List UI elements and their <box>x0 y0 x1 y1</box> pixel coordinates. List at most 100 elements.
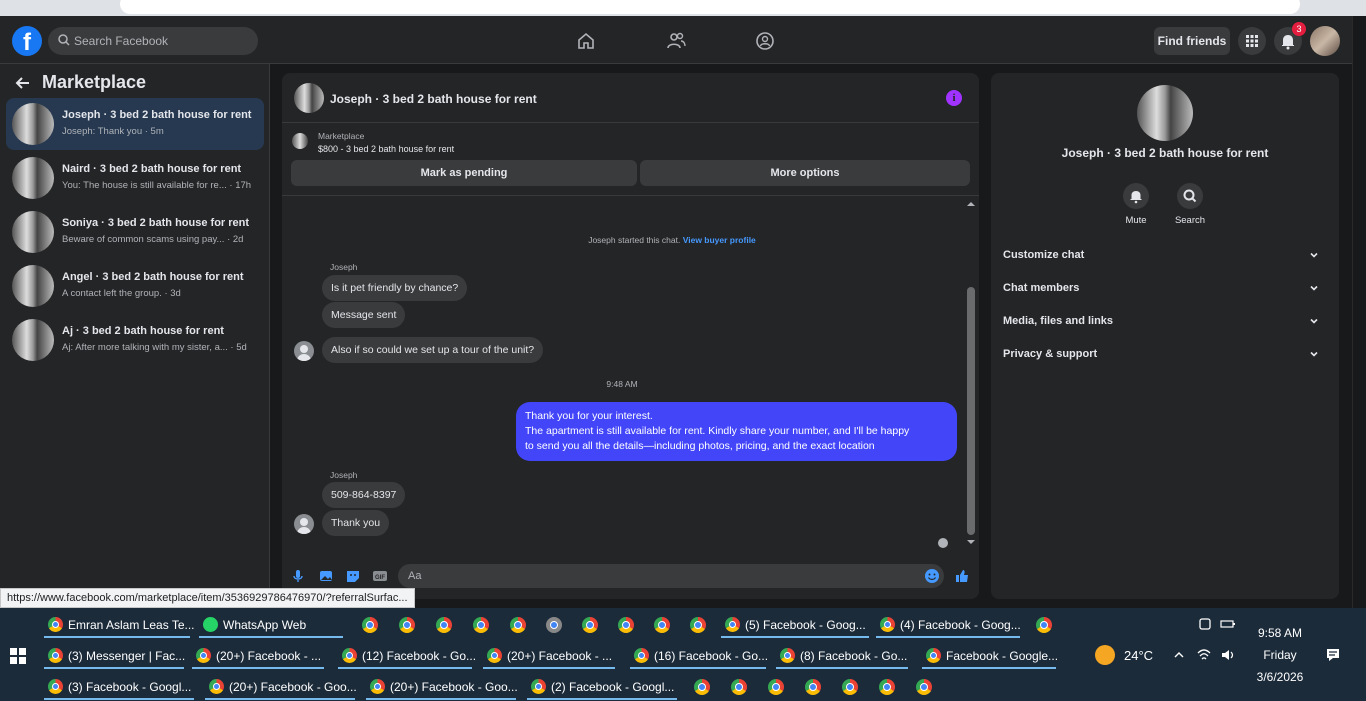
chat-scrollbar[interactable] <box>965 199 977 549</box>
taskbar-window[interactable]: WhatsApp Web <box>199 610 343 638</box>
chrome-icon[interactable] <box>1036 617 1052 633</box>
meet-now-icon[interactable] <box>1198 617 1212 631</box>
taskbar-window[interactable]: (16) Facebook - Go... <box>630 641 769 669</box>
mark-as-pending-button[interactable]: Mark as pending <box>291 160 637 186</box>
incoming-message[interactable]: 509-864-8397 <box>322 482 406 508</box>
conversation-item[interactable]: Joseph · 3 bed 2 bath house for rent Jos… <box>6 98 264 150</box>
clock-date[interactable]: 3/6/2026 <box>1246 670 1314 684</box>
chrome-icon[interactable] <box>473 617 489 633</box>
profile-avatar[interactable] <box>1310 26 1340 56</box>
wifi-icon[interactable] <box>1196 648 1212 662</box>
taskbar-window[interactable]: (12) Facebook - Go... <box>338 641 476 669</box>
friends-icon[interactable] <box>665 30 687 52</box>
facebook-header: f Find friends 3 <box>0 16 1352 64</box>
conversation-item[interactable]: Naird · 3 bed 2 bath house for rent You:… <box>6 152 264 204</box>
chat-members-section[interactable]: Chat members <box>1003 277 1327 301</box>
scroll-thumb[interactable] <box>967 287 975 535</box>
section-label: Customize chat <box>1003 249 1085 261</box>
info-icon[interactable]: i <box>946 90 962 106</box>
home-icon[interactable] <box>575 30 597 52</box>
menu-button[interactable] <box>1238 27 1266 55</box>
chat-title[interactable]: Joseph · 3 bed 2 bath house for rent <box>330 92 537 106</box>
taskbar-window[interactable]: Facebook - Google... <box>922 641 1058 669</box>
chrome-icon <box>634 648 649 663</box>
gif-icon[interactable]: GIF <box>372 568 388 584</box>
details-avatar[interactable] <box>1137 85 1193 141</box>
chrome-icon[interactable] <box>436 617 452 633</box>
clock-day[interactable]: Friday <box>1246 648 1314 662</box>
chrome-icon[interactable] <box>690 617 706 633</box>
media-files-links-section[interactable]: Media, files and links <box>1003 310 1327 334</box>
chrome-icon[interactable] <box>842 679 858 695</box>
app-icon[interactable] <box>546 617 562 633</box>
listing-title[interactable]: $800 - 3 bed 2 bath house for rent <box>318 144 454 154</box>
address-bar[interactable] <box>120 0 1300 14</box>
chrome-icon[interactable] <box>510 617 526 633</box>
taskbar-window[interactable]: (8) Facebook - Go... <box>776 641 908 669</box>
conversation-item[interactable]: Aj · 3 bed 2 bath house for rent Aj: Aft… <box>6 314 264 366</box>
image-icon[interactable] <box>318 568 334 584</box>
chrome-icon[interactable] <box>731 679 747 695</box>
taskbar-window[interactable]: (20+) Facebook - Goo... <box>205 672 357 700</box>
taskbar-window[interactable]: (4) Facebook - Goog... <box>876 610 1024 638</box>
clock-time[interactable]: 9:58 AM <box>1246 626 1314 640</box>
taskbar-window-label: (20+) Facebook - ... <box>216 649 322 663</box>
taskbar-window[interactable]: (20+) Facebook - ... <box>483 641 615 669</box>
mute-action[interactable]: Mute <box>1108 183 1164 226</box>
incoming-message[interactable]: Thank you <box>322 510 390 536</box>
search-action[interactable]: Search <box>1162 183 1218 226</box>
incoming-message[interactable]: Is it pet friendly by chance? <box>322 275 468 301</box>
chrome-icon[interactable] <box>805 679 821 695</box>
taskbar-window[interactable]: (20+) Facebook - Goo... <box>366 672 518 700</box>
chevron-up-icon[interactable] <box>1172 648 1186 662</box>
chrome-icon[interactable] <box>618 617 634 633</box>
taskbar-window[interactable]: (5) Facebook - Goog... <box>721 610 869 638</box>
scroll-up-icon[interactable] <box>965 199 977 209</box>
taskbar-window-label: (16) Facebook - Go... <box>654 649 769 663</box>
windows-taskbar: Emran Aslam Leas Te... WhatsApp Web (5) … <box>0 608 1366 701</box>
microphone-icon[interactable] <box>290 568 306 584</box>
windows-start-icon[interactable] <box>10 648 26 664</box>
conversation-name: Joseph · 3 bed 2 bath house for rent <box>62 109 252 121</box>
chrome-icon[interactable] <box>916 679 932 695</box>
emoji-icon[interactable] <box>924 568 940 584</box>
chrome-icon[interactable] <box>654 617 670 633</box>
more-options-button[interactable]: More options <box>640 160 970 186</box>
notification-center-icon[interactable] <box>1325 647 1341 663</box>
chrome-icon[interactable] <box>399 617 415 633</box>
volume-icon[interactable] <box>1220 648 1236 662</box>
facebook-logo-icon[interactable]: f <box>12 26 42 56</box>
chrome-icon[interactable] <box>362 617 378 633</box>
like-icon[interactable] <box>954 568 970 584</box>
scroll-down-icon[interactable] <box>965 537 977 547</box>
taskbar-window[interactable]: (20+) Facebook - ... <box>192 641 324 669</box>
message-input[interactable] <box>398 564 944 588</box>
page-scrollbar[interactable] <box>1352 16 1366 608</box>
incoming-message[interactable]: Also if so could we set up a tour of the… <box>322 337 544 363</box>
chrome-icon[interactable] <box>582 617 598 633</box>
weather-icon[interactable] <box>1095 645 1115 665</box>
chat-avatar[interactable] <box>294 83 324 113</box>
search-input[interactable] <box>74 27 254 55</box>
groups-icon[interactable] <box>754 30 776 52</box>
outgoing-message[interactable]: Thank you for your interest. The apartme… <box>516 402 957 461</box>
privacy-support-section[interactable]: Privacy & support <box>1003 343 1327 367</box>
chrome-icon[interactable] <box>768 679 784 695</box>
conversation-item[interactable]: Angel · 3 bed 2 bath house for rent A co… <box>6 260 264 312</box>
sticker-icon[interactable] <box>345 568 361 584</box>
taskbar-window[interactable]: (2) Facebook - Googl... <box>527 672 677 700</box>
temperature[interactable]: 24°C <box>1124 648 1153 663</box>
taskbar-window[interactable]: (3) Facebook - Googl... <box>44 672 194 700</box>
customize-chat-section[interactable]: Customize chat <box>1003 244 1327 268</box>
search-box[interactable] <box>48 27 258 55</box>
taskbar-window[interactable]: Emran Aslam Leas Te... <box>44 610 195 638</box>
view-buyer-profile-link[interactable]: View buyer profile <box>683 235 756 245</box>
incoming-message[interactable]: Message sent <box>322 302 406 328</box>
taskbar-window[interactable]: (3) Messenger | Fac... <box>44 641 185 669</box>
chrome-icon[interactable] <box>879 679 895 695</box>
chrome-icon[interactable] <box>694 679 710 695</box>
back-arrow-icon[interactable] <box>14 74 32 92</box>
find-friends-button[interactable]: Find friends <box>1154 27 1230 55</box>
conversation-item[interactable]: Soniya · 3 bed 2 bath house for rent Bew… <box>6 206 264 258</box>
battery-icon[interactable] <box>1219 617 1237 631</box>
